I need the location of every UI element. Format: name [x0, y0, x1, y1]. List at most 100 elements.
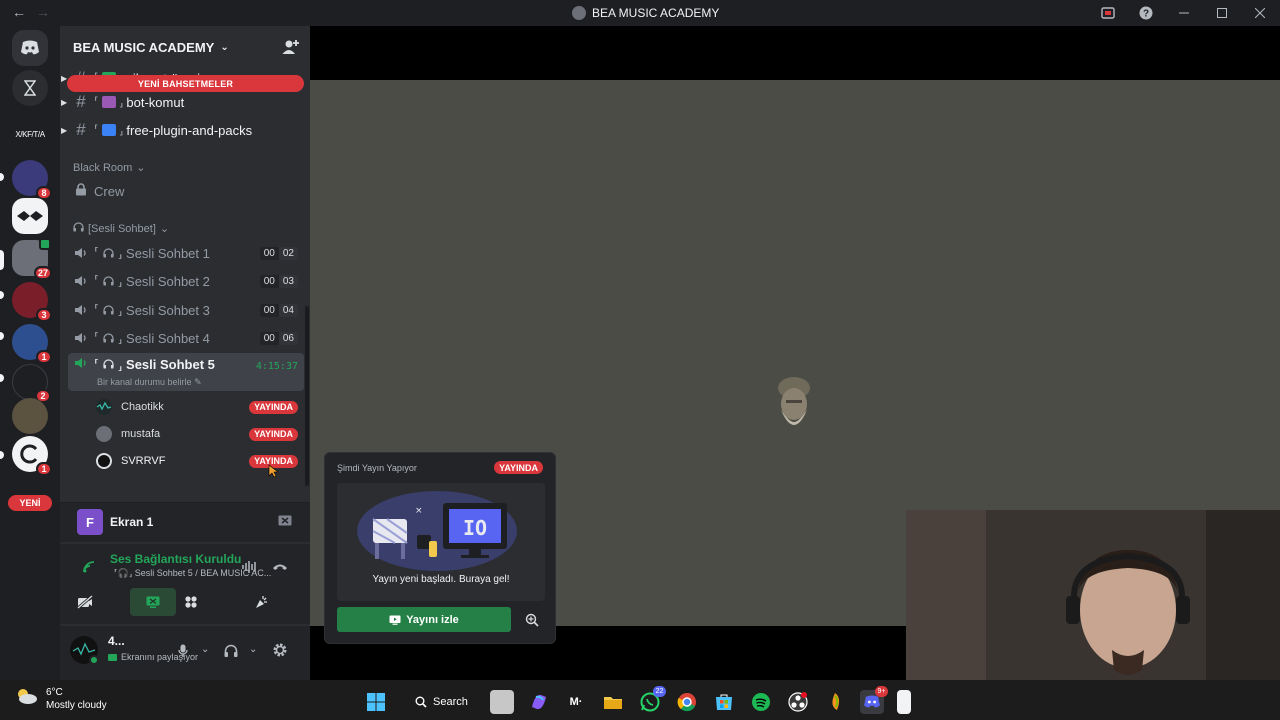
app-icon-partial[interactable]	[897, 690, 911, 714]
channel-name: Crew	[94, 183, 125, 199]
camera-off-button[interactable]	[72, 588, 98, 616]
server-6[interactable]: 2	[12, 364, 51, 403]
soundboard-button[interactable]	[248, 588, 274, 616]
fl-studio-icon[interactable]	[823, 690, 847, 714]
webcam-feed-image	[906, 510, 1280, 680]
count-current: 00	[259, 303, 279, 317]
noise-suppression-icon[interactable]	[242, 560, 258, 578]
speaker-icon	[68, 332, 94, 344]
spotify-icon[interactable]	[749, 690, 773, 714]
connection-signal-icon[interactable]	[82, 560, 98, 579]
count-current: 00	[259, 274, 279, 288]
channel-crew[interactable]: Crew	[68, 177, 304, 205]
taskbar-search[interactable]: Search	[401, 688, 477, 716]
voice-user-chaotikk[interactable]: Chaotikk YAYINDA	[96, 396, 298, 418]
chrome-icon[interactable]	[675, 690, 699, 714]
channel-bot-komut[interactable]: ▶ # ⸢ ⸥ bot-komut	[61, 88, 304, 116]
category-name: [Sesli Sohbet]	[88, 222, 156, 235]
stream-panel: F Ekran 1	[60, 502, 310, 542]
whatsapp-icon[interactable]: 22	[638, 686, 666, 714]
inbox-icon[interactable]	[1098, 3, 1118, 23]
share-screen-button[interactable]	[130, 588, 176, 616]
discord-taskbar-icon[interactable]: 9+	[860, 686, 888, 714]
server-name: BEA MUSIC ACADEMY	[73, 39, 215, 55]
bracket-open: ⸢	[94, 245, 100, 260]
sidebar-scrollbar[interactable]	[305, 306, 309, 486]
headphones-icon[interactable]	[224, 644, 238, 663]
hash-icon: #	[76, 120, 86, 139]
watch-stream-button[interactable]: Yayını izle	[337, 607, 511, 632]
server-1[interactable]: 8	[12, 160, 52, 200]
obs-icon[interactable]	[786, 690, 810, 714]
unread-pip	[0, 291, 4, 299]
close-icon[interactable]	[1250, 3, 1270, 23]
server-hourglass[interactable]	[12, 70, 48, 106]
voice-channel-1[interactable]: ⸢ ⸥ Sesli Sohbet 1 00 02	[68, 240, 304, 266]
channel-status-setter[interactable]: Bir kanal durumu belirle ✎	[97, 377, 202, 388]
maximize-icon[interactable]	[1212, 3, 1232, 23]
settings-gear-icon[interactable]	[272, 642, 288, 663]
microphone-icon[interactable]	[178, 644, 188, 663]
server-8[interactable]: 1	[12, 436, 52, 476]
voice-user-mustafa[interactable]: mustafa YAYINDA	[96, 423, 298, 445]
output-options-chevron-icon[interactable]: ⌄	[249, 644, 257, 655]
headphones-icon	[103, 331, 114, 346]
collapse-arrow-icon: ▶	[61, 97, 68, 107]
stream-preview-thumb[interactable]: F	[77, 509, 103, 535]
server-logo-icon	[20, 444, 38, 464]
channel-free-plugin-and-packs[interactable]: ▶ # ⸢ ⸥ free-plugin-and-packs	[61, 116, 304, 144]
help-icon[interactable]: ?	[1136, 3, 1156, 23]
activities-button[interactable]	[178, 588, 204, 616]
new-unreads-pill[interactable]: YENİ	[8, 495, 52, 511]
server-ascii[interactable]: X/KF/T/A	[12, 116, 48, 152]
channel-emoji-icon	[101, 124, 116, 136]
category-voice[interactable]: [Sesli Sohbet] ⌄	[73, 222, 169, 235]
back-arrow-icon[interactable]: ←	[12, 4, 26, 20]
user-name[interactable]: 4...	[108, 634, 125, 648]
voice-channel-3[interactable]: ⸢ ⸥ Sesli Sohbet 3 00 04	[68, 297, 304, 323]
start-button[interactable]	[364, 690, 388, 714]
file-explorer-icon[interactable]	[601, 690, 625, 714]
server-2[interactable]	[12, 198, 48, 234]
stop-stream-icon[interactable]	[278, 514, 292, 532]
user-avatar[interactable]	[70, 636, 99, 665]
headphones-icon	[103, 246, 114, 261]
forward-arrow-icon[interactable]: →	[36, 4, 50, 20]
notification-badge: 9+	[875, 686, 888, 697]
server-5[interactable]: 1	[12, 324, 52, 364]
user-panel: 4... Ekranını paylaşıyor ⌄ ⌄	[60, 626, 310, 680]
stream-initial: F	[86, 514, 94, 530]
bracket-open: ⸢	[94, 273, 100, 288]
popout-icon	[525, 613, 539, 627]
ide-icon[interactable]: M·	[564, 690, 588, 714]
server-7[interactable]	[12, 398, 48, 434]
minimize-icon[interactable]	[1174, 3, 1194, 23]
notification-badge: 22	[653, 686, 666, 697]
category-black-room[interactable]: Black Room ⌄	[73, 161, 146, 175]
disconnect-icon[interactable]	[272, 560, 288, 578]
direct-messages-button[interactable]	[12, 30, 48, 66]
avatar	[96, 453, 112, 469]
bracket-close: ⸥	[117, 357, 123, 372]
bracket-open: ⸢	[94, 357, 100, 372]
server-4[interactable]: 3	[12, 282, 52, 322]
bracket-open: ⸢	[94, 302, 100, 317]
server-3[interactable]: 27	[12, 238, 52, 280]
voice-channel-2[interactable]: ⸢ ⸥ Sesli Sohbet 2 00 03	[68, 268, 304, 294]
live-badge: YAYINDA	[249, 400, 298, 414]
connection-status[interactable]: Ses Bağlantısı Kuruldu	[110, 552, 241, 566]
store-icon[interactable]	[712, 690, 736, 714]
voice-channel-4[interactable]: ⸢ ⸥ Sesli Sohbet 4 00 06	[68, 325, 304, 351]
selected-pip	[0, 250, 4, 270]
popout-button[interactable]	[519, 607, 545, 632]
mic-options-chevron-icon[interactable]: ⌄	[201, 644, 209, 655]
category-name: Black Room	[73, 161, 133, 174]
weather-widget[interactable]: 6°C Mostly cloudy	[14, 686, 107, 712]
task-view-icon[interactable]	[490, 690, 514, 714]
svg-text:?: ?	[1143, 9, 1149, 20]
lock-icon	[68, 181, 94, 201]
invite-people-icon[interactable]	[282, 38, 300, 56]
server-header[interactable]: BEA MUSIC ACADEMY ⌄	[60, 26, 310, 68]
user-name: mustafa	[121, 428, 161, 440]
copilot-icon[interactable]	[527, 690, 551, 714]
